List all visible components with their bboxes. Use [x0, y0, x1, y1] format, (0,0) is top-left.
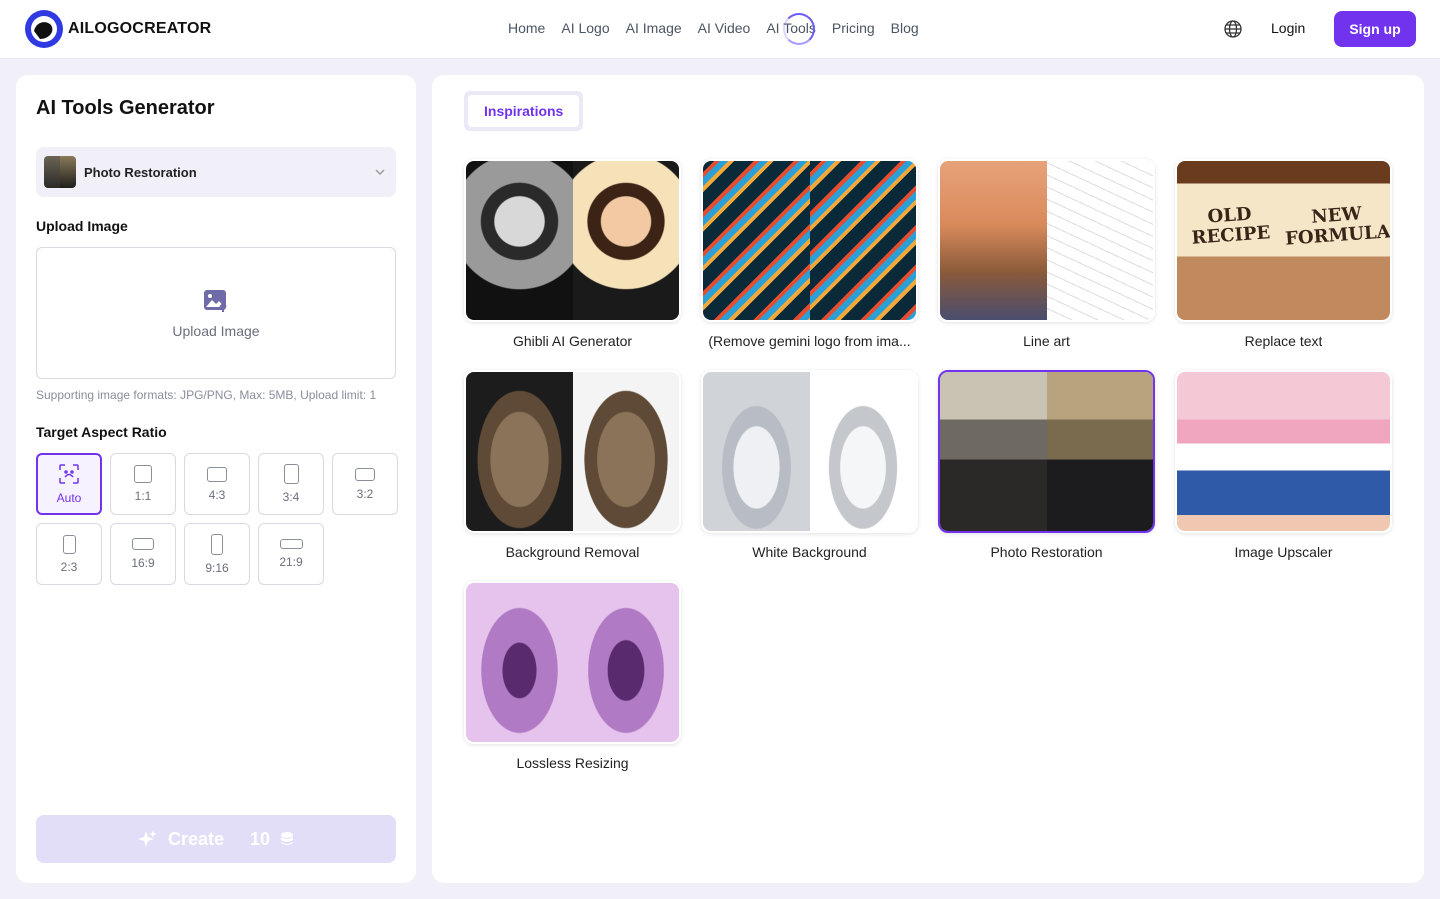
nav-ai-video[interactable]: AI Video: [698, 20, 751, 36]
ratio-auto[interactable]: Auto: [36, 453, 102, 515]
globe-icon[interactable]: [1223, 19, 1243, 39]
inspiration-card[interactable]: (Remove gemini logo from ima...: [701, 159, 918, 359]
new-formula-text: NEW FORMULA: [1283, 203, 1390, 250]
landscape-shape-icon: [355, 467, 375, 481]
inspiration-card[interactable]: White Background: [701, 370, 918, 570]
create-label: Create: [167, 828, 224, 849]
card-image: [938, 370, 1155, 533]
card-image: [938, 159, 1155, 322]
ratio-label: 4:3: [208, 487, 226, 502]
card-image: [464, 159, 681, 322]
ratio-4-3[interactable]: 4:3: [184, 453, 250, 515]
auto-ratio-icon: [59, 464, 79, 484]
chevron-down-icon: [375, 169, 385, 175]
tool-select-dropdown[interactable]: Photo Restoration: [36, 147, 396, 197]
card-image: [1175, 370, 1392, 533]
inspiration-card[interactable]: OLD RECIPE NEW FORMULA Replace text: [1175, 159, 1392, 359]
signup-button[interactable]: Sign up: [1334, 11, 1416, 47]
inspirations-panel: Inspirations Ghibli AI Generator (Remove…: [432, 75, 1424, 883]
old-recipe-text: OLD RECIPE: [1190, 203, 1271, 249]
ratio-label: 16:9: [131, 556, 155, 570]
create-button[interactable]: Create 10: [36, 815, 396, 863]
card-caption: Lossless Resizing: [516, 755, 629, 771]
loading-spinner-icon: [783, 13, 815, 45]
main-nav: Home AI Logo AI Image AI Video AI Tools …: [508, 20, 919, 36]
inspiration-card[interactable]: Photo Restoration: [938, 370, 1155, 570]
ratio-9-16[interactable]: 9:16: [184, 523, 250, 585]
nav-ai-logo[interactable]: AI Logo: [561, 20, 609, 36]
inspiration-grid: Ghibli AI Generator (Remove gemini logo …: [464, 159, 1392, 781]
card-caption: Image Upscaler: [1234, 544, 1333, 560]
portrait-shape-icon: [62, 534, 76, 554]
ratio-3-2[interactable]: 3:2: [332, 453, 398, 515]
nav-pricing[interactable]: Pricing: [832, 20, 875, 36]
inspiration-card[interactable]: Image Upscaler: [1175, 370, 1392, 570]
sparkle-icon: [137, 830, 157, 847]
panel-title: AI Tools Generator: [36, 97, 215, 119]
format-note: Supporting image formats: JPG/PNG, Max: …: [36, 388, 377, 402]
ratio-21-9[interactable]: 21:9: [258, 523, 324, 585]
top-header: AILOGOCREATOR Home AI Logo AI Image AI V…: [0, 0, 1440, 59]
card-image: [464, 581, 681, 744]
wide-shape-icon: [132, 538, 154, 550]
aspect-ratio-label: Target Aspect Ratio: [36, 424, 167, 440]
nav-home[interactable]: Home: [508, 20, 545, 36]
card-caption: Ghibli AI Generator: [512, 333, 633, 349]
card-caption: Line art: [1023, 333, 1070, 349]
card-caption: Replace text: [1244, 333, 1323, 349]
inspiration-card[interactable]: Ghibli AI Generator: [464, 159, 681, 359]
brand-logo[interactable]: AILOGOCREATOR: [24, 9, 211, 49]
nav-blog[interactable]: Blog: [891, 20, 919, 36]
ratio-label: 2:3: [60, 559, 78, 574]
generator-panel: AI Tools Generator Photo Restoration Upl…: [16, 75, 416, 883]
coin-icon: [281, 832, 294, 845]
ratio-3-4[interactable]: 3:4: [258, 453, 324, 515]
ratio-label: 3:2: [356, 486, 374, 501]
card-image: OLD RECIPE NEW FORMULA: [1175, 159, 1392, 322]
brand-name: AILOGOCREATOR: [68, 20, 212, 37]
ratio-16-9[interactable]: 16:9: [110, 523, 176, 585]
ratio-label: Auto: [56, 491, 82, 505]
card-caption: (Remove gemini logo from ima...: [708, 333, 911, 349]
image-upload-icon: [204, 290, 227, 312]
inspiration-card[interactable]: Line art: [938, 159, 1155, 359]
tall-shape-icon: [211, 533, 223, 555]
logo-mark-icon: [25, 10, 63, 48]
card-caption: White Background: [752, 544, 867, 560]
card-caption: Background Removal: [505, 544, 640, 560]
selected-tool-label: Photo Restoration: [84, 164, 197, 180]
create-cost: 10: [250, 828, 271, 849]
square-shape-icon: [134, 465, 152, 483]
upload-image-text: Upload Image: [172, 323, 260, 339]
ratio-1-1[interactable]: 1:1: [110, 453, 176, 515]
ratio-label: 3:4: [282, 490, 300, 504]
login-link[interactable]: Login: [1271, 20, 1305, 36]
tab-inspirations[interactable]: Inspirations: [468, 95, 580, 127]
tab-bar: Inspirations: [464, 91, 584, 131]
ratio-2-3[interactable]: 2:3: [36, 523, 102, 585]
portrait-shape-icon: [283, 464, 299, 484]
tool-thumbnail: [44, 156, 76, 188]
card-image: [701, 370, 918, 533]
card-caption: Photo Restoration: [990, 544, 1103, 560]
inspiration-card[interactable]: Background Removal: [464, 370, 681, 570]
ratio-label: 9:16: [205, 560, 229, 575]
landscape-shape-icon: [207, 466, 227, 482]
upload-dropzone[interactable]: Upload Image: [36, 247, 396, 379]
upload-section-label: Upload Image: [36, 218, 128, 234]
nav-ai-image[interactable]: AI Image: [626, 20, 682, 36]
card-image: [701, 159, 918, 322]
ultrawide-shape-icon: [279, 539, 303, 549]
ratio-label: 1:1: [134, 489, 152, 503]
card-image: [464, 370, 681, 533]
inspiration-card[interactable]: Lossless Resizing: [464, 581, 681, 781]
aspect-ratio-options: Auto 1:1 4:3 3:4 3:2 2:3 16:9 9:16 21:9: [36, 453, 398, 585]
ratio-label: 21:9: [279, 555, 303, 569]
